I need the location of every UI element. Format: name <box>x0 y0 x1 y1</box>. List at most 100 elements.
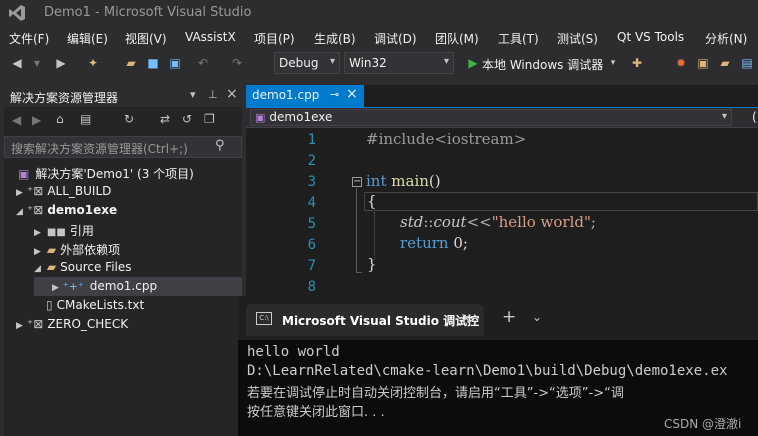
tree-item-label: 引用 <box>69 224 94 238</box>
tab-demo1-cpp[interactable]: demo1.cpp ⊸ × <box>246 85 364 107</box>
qt-settings-icon[interactable]: ▤ <box>740 56 754 70</box>
platform-select[interactable]: Win32 ▾ <box>344 52 454 74</box>
console-line: D:\LearnRelated\cmake-learn\Demo1\build\… <box>247 363 728 379</box>
solution-search-box[interactable]: 搜索解决方案资源管理器(Ctrl+;) ⚲ <box>4 136 242 158</box>
dropdown-icon[interactable]: ▾ <box>30 56 44 70</box>
history-icon[interactable]: ↻ <box>124 112 134 126</box>
local-debugger-label[interactable]: 本地 Windows 调试器 <box>482 56 603 73</box>
collapse-icon[interactable]: ◢ <box>34 264 41 274</box>
scope-select[interactable]: ▣ demo1exe ▾ <box>250 109 732 126</box>
search-icon[interactable]: ⚲ <box>215 138 225 153</box>
console-tab-label: Microsoft Visual Studio 调试控 <box>282 314 480 328</box>
menu-test[interactable]: 测试(S) <box>557 30 598 47</box>
sync-icon[interactable]: ⇄ <box>160 112 170 126</box>
home-icon[interactable]: ⌂ <box>56 112 64 126</box>
references-icon: ■■ <box>46 227 66 238</box>
tree-item-all-build[interactable]: ▶ ⁺⊠ ALL_BUILD <box>16 184 111 198</box>
chevron-down-icon: ▾ <box>721 111 727 122</box>
qt-tool-icon[interactable]: ▣ <box>696 56 710 70</box>
undo-icon[interactable]: ↶ <box>196 56 210 70</box>
expand-icon[interactable]: ▶ <box>34 247 41 257</box>
configuration-value: Debug <box>279 56 319 70</box>
menu-view[interactable]: 视图(V) <box>125 30 167 47</box>
save-icon[interactable]: ■ <box>146 56 160 70</box>
outline-guide <box>356 188 357 272</box>
find-icon[interactable]: ✚ <box>630 56 644 70</box>
run-dropdown-icon[interactable]: ▾ <box>606 56 620 70</box>
menu-team[interactable]: 团队(M) <box>435 30 479 47</box>
project-icon: ▣ <box>255 111 266 124</box>
title-bar: Demo1 - Microsoft Visual Studio <box>0 0 758 26</box>
line-number: 7 <box>307 258 316 274</box>
menu-build[interactable]: 生成(B) <box>314 30 356 47</box>
open-folder-icon[interactable]: ▰ <box>124 56 138 70</box>
string-literal: "hello world" <box>491 213 591 231</box>
close-icon[interactable]: × <box>226 86 238 102</box>
tree-item-references[interactable]: ▶ ■■ 引用 <box>34 222 94 239</box>
back-icon[interactable]: ◀ <box>10 56 24 70</box>
line-number: 6 <box>307 237 316 253</box>
menu-tools[interactable]: 工具(T) <box>498 30 539 47</box>
collapse-region-icon[interactable]: − <box>352 177 362 187</box>
tree-item-demo1-cpp[interactable]: ▶ ⁺+⁺ demo1.cpp <box>52 279 157 293</box>
back-icon[interactable]: ◀ <box>12 113 21 127</box>
new-tab-icon[interactable]: + <box>502 307 516 327</box>
tree-item-source-files[interactable]: ◢ ▰ Source Files <box>34 260 132 274</box>
scope-value: demo1exe <box>269 110 333 124</box>
menu-qt-vs-tools[interactable]: Qt VS Tools <box>617 30 684 44</box>
platform-value: Win32 <box>349 56 387 70</box>
line-number: 2 <box>307 153 316 169</box>
switch-view-icon[interactable]: ▤ <box>80 112 91 126</box>
expand-icon[interactable]: ▶ <box>34 228 41 238</box>
member-select[interactable]: ( <box>752 110 757 124</box>
chevron-down-icon: ▾ <box>329 56 335 67</box>
visual-studio-logo-icon <box>9 5 25 21</box>
editor-navigation-bar: ▣ demo1exe ▾ ( <box>246 108 758 128</box>
tree-item-solution[interactable]: ▣ 解决方案'Demo1' (3 个项目) <box>18 165 194 182</box>
cout-object: cout <box>433 213 467 231</box>
file-icon: ▯ <box>46 298 53 312</box>
expand-icon[interactable]: ▶ <box>16 188 23 198</box>
start-debug-icon[interactable]: ▶ <box>466 56 480 70</box>
collapse-all-icon[interactable]: ❐ <box>204 112 215 126</box>
solution-search-input[interactable]: 搜索解决方案资源管理器(Ctrl+;) <box>11 140 188 157</box>
redo-icon[interactable]: ↷ <box>230 56 244 70</box>
chevron-down-icon[interactable]: ⌄ <box>532 310 542 324</box>
console-tab[interactable]: C:\ Microsoft Visual Studio 调试控 × <box>246 304 484 336</box>
menu-vassistx[interactable]: VAssistX <box>185 30 236 44</box>
qt-folder-icon[interactable]: ▰ <box>718 56 732 70</box>
close-icon[interactable]: × <box>346 86 358 102</box>
menu-analyze[interactable]: 分析(N) <box>705 30 747 47</box>
new-project-icon[interactable]: ✦ <box>86 56 100 70</box>
bug-icon[interactable]: ✹ <box>674 56 688 70</box>
line-number: 3 <box>307 174 316 190</box>
terminal-icon: C:\ <box>256 312 272 325</box>
code-line-7: } <box>367 255 377 273</box>
outline-guide-end <box>356 272 362 273</box>
tree-item-label: demo1exe <box>47 203 118 217</box>
save-all-icon[interactable]: ▣ <box>168 56 182 70</box>
keyword-int: int <box>366 172 387 190</box>
pin-icon[interactable]: ⊸ <box>330 88 339 101</box>
expand-icon[interactable]: ▶ <box>16 321 23 331</box>
menu-edit[interactable]: 编辑(E) <box>67 30 108 47</box>
collapse-icon[interactable]: ◢ <box>16 207 23 217</box>
forward-icon[interactable]: ▶ <box>32 113 41 127</box>
tree-item-zero-check[interactable]: ▶ ⁺⊠ ZERO_CHECK <box>16 317 128 331</box>
expand-icon[interactable]: ▶ <box>52 283 59 293</box>
tree-item-label: ZERO_CHECK <box>47 317 129 331</box>
panel-menu-icon[interactable]: ▾ <box>190 88 196 101</box>
close-icon[interactable]: × <box>460 309 473 327</box>
folder-open-icon: ▰ <box>46 260 57 274</box>
pin-icon[interactable]: ⊥ <box>208 88 218 101</box>
console-line: hello world <box>247 344 340 360</box>
menu-file[interactable]: 文件(F) <box>9 30 49 47</box>
tree-item-external-deps[interactable]: ▶ ▰ 外部依赖项 <box>34 241 120 258</box>
configuration-select[interactable]: Debug ▾ <box>274 52 340 74</box>
refresh-icon[interactable]: ↺ <box>182 112 192 126</box>
forward-icon[interactable]: ▶ <box>54 56 68 70</box>
tree-item-demo1exe[interactable]: ◢ ⁺⊠ demo1exe <box>16 203 117 217</box>
tree-item-cmakelists[interactable]: ▯ CMakeLists.txt <box>46 298 144 312</box>
menu-debug[interactable]: 调试(D) <box>374 30 417 47</box>
menu-project[interactable]: 项目(P) <box>254 30 295 47</box>
